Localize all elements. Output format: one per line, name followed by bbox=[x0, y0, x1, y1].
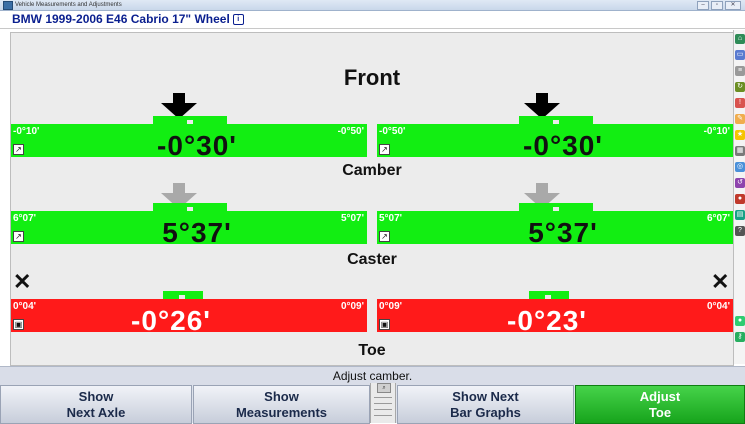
home-icon[interactable]: ⌂ bbox=[735, 34, 745, 44]
toe-left-value: -0°26' bbox=[131, 305, 211, 336]
zoom-slot[interactable]: ⌕ bbox=[370, 383, 396, 423]
camber-right-min-label: -0°50' bbox=[379, 126, 406, 137]
caster-left-min-label: 6°07' bbox=[13, 213, 37, 224]
show-next-bar-graphs-line1: Show Next bbox=[452, 388, 519, 404]
toe-left-out-of-range-icon: ✕ bbox=[13, 269, 32, 294]
wrench-icon[interactable]: ↗ bbox=[379, 231, 390, 242]
key-icon[interactable]: ⚷ bbox=[735, 332, 745, 342]
show-measurements-button[interactable]: Show Measurements bbox=[193, 385, 370, 424]
toe-left-meter[interactable]: 0°04' 0°09' -0°26' ▣ bbox=[11, 291, 367, 336]
zoom-icon[interactable]: ⌕ bbox=[377, 383, 391, 393]
alignment-meters-panel: Front -0°10' -0°50' -0°30' ↗ -0°50' -0°1… bbox=[10, 32, 734, 366]
wrench-icon[interactable]: ↗ bbox=[13, 231, 24, 242]
grid-icon[interactable]: ▦ bbox=[735, 146, 745, 156]
caster-left-meter[interactable]: 6°07' 5°07' 5°37' ↗ bbox=[11, 203, 367, 248]
right-toolbar: ⌂ ▭ ≡ ↻ ! ✎ ★ ▦ ◎ ↺ ● ▤ ? ● ⚷ bbox=[733, 30, 745, 364]
status-light-icon: ● bbox=[735, 316, 745, 326]
lock-icon[interactable]: ▣ bbox=[13, 319, 24, 330]
caster-right-max-label: 6°07' bbox=[706, 213, 730, 224]
show-next-bar-graphs-button[interactable]: Show Next Bar Graphs bbox=[397, 385, 574, 424]
adjust-toe-button[interactable]: Adjust Toe bbox=[575, 385, 745, 424]
show-next-bar-graphs-line2: Bar Graphs bbox=[450, 404, 521, 420]
adjust-toe-line2: Toe bbox=[648, 404, 672, 420]
caster-right-value: 5°37' bbox=[528, 217, 598, 248]
caster-right-min-label: 5°07' bbox=[379, 213, 403, 224]
wrench-icon[interactable]: ↗ bbox=[379, 144, 390, 155]
tools-icon[interactable]: ✎ bbox=[735, 114, 745, 124]
minimize-button[interactable]: – bbox=[697, 1, 709, 10]
camber-left-max-label: -0°50' bbox=[337, 126, 364, 137]
wrench-icon[interactable]: ↗ bbox=[13, 144, 24, 155]
window-controls: – ▫ ✕ bbox=[697, 1, 741, 10]
specs-icon[interactable]: ≡ bbox=[735, 66, 745, 76]
toe-right-value: -0°23' bbox=[507, 305, 587, 336]
refresh-icon[interactable]: ↺ bbox=[735, 178, 745, 188]
vehicle-bar: BMW 1999-2006 E46 Cabrio 17" Wheel i bbox=[0, 11, 745, 29]
section-label-caster: Caster bbox=[347, 251, 397, 268]
rotate-icon[interactable]: ↻ bbox=[735, 82, 745, 92]
info-icon[interactable]: i bbox=[232, 14, 244, 26]
section-label-camber: Camber bbox=[342, 162, 402, 179]
highlight-icon[interactable]: ★ bbox=[735, 130, 745, 140]
show-measurements-line1: Show bbox=[264, 388, 299, 404]
lock-icon[interactable]: ▣ bbox=[379, 319, 390, 330]
camber-left-min-label: -0°10' bbox=[13, 126, 40, 137]
window-title: Vehicle Measurements and Adjustments bbox=[15, 2, 122, 8]
toe-right-max-label: 0°04' bbox=[706, 301, 730, 312]
show-next-axle-button[interactable]: Show Next Axle bbox=[0, 385, 192, 424]
caster-left-value: 5°37' bbox=[162, 217, 232, 248]
close-button[interactable]: ✕ bbox=[725, 1, 741, 10]
print-icon[interactable]: ▤ bbox=[735, 210, 745, 220]
camber-right-value: -0°30' bbox=[523, 130, 603, 161]
adjust-toe-line1: Adjust bbox=[639, 388, 681, 404]
vehicle-title-text: BMW 1999-2006 E46 Cabrio 17" Wheel bbox=[12, 12, 230, 26]
window-titlebar: Vehicle Measurements and Adjustments – ▫… bbox=[0, 0, 745, 11]
camber-left-value: -0°30' bbox=[157, 130, 237, 161]
caster-left-max-label: 5°07' bbox=[340, 213, 364, 224]
camber-left-meter[interactable]: -0°10' -0°50' -0°30' ↗ bbox=[11, 116, 367, 161]
measure-icon[interactable]: ◎ bbox=[735, 162, 745, 172]
toe-right-out-of-range-icon: ✕ bbox=[711, 269, 730, 294]
caster-right-meter[interactable]: 5°07' 6°07' 5°37' ↗ bbox=[377, 203, 733, 248]
toe-right-meter[interactable]: 0°09' 0°04' -0°23' ▣ bbox=[377, 291, 733, 336]
show-next-axle-line1: Show bbox=[78, 388, 114, 404]
show-next-axle-line2: Next Axle bbox=[66, 404, 126, 420]
app-icon bbox=[3, 1, 13, 10]
section-label-toe: Toe bbox=[358, 342, 386, 359]
maximize-button[interactable]: ▫ bbox=[711, 1, 723, 10]
camber-right-max-label: -0°10' bbox=[703, 126, 730, 137]
toe-left-max-label: 0°09' bbox=[340, 301, 364, 312]
wheel-icon[interactable]: ● bbox=[735, 194, 745, 204]
alert-icon[interactable]: ! bbox=[735, 98, 745, 108]
vehicle-title[interactable]: BMW 1999-2006 E46 Cabrio 17" Wheel i bbox=[12, 12, 244, 27]
axle-label-front: Front bbox=[343, 65, 401, 90]
show-measurements-line2: Measurements bbox=[235, 404, 328, 420]
help-icon[interactable]: ? bbox=[735, 226, 745, 236]
toe-right-min-label: 0°09' bbox=[379, 301, 403, 312]
toe-left-min-label: 0°04' bbox=[13, 301, 37, 312]
car-icon[interactable]: ▭ bbox=[735, 50, 745, 60]
camber-right-meter[interactable]: -0°50' -0°10' -0°30' ↗ bbox=[377, 116, 733, 161]
